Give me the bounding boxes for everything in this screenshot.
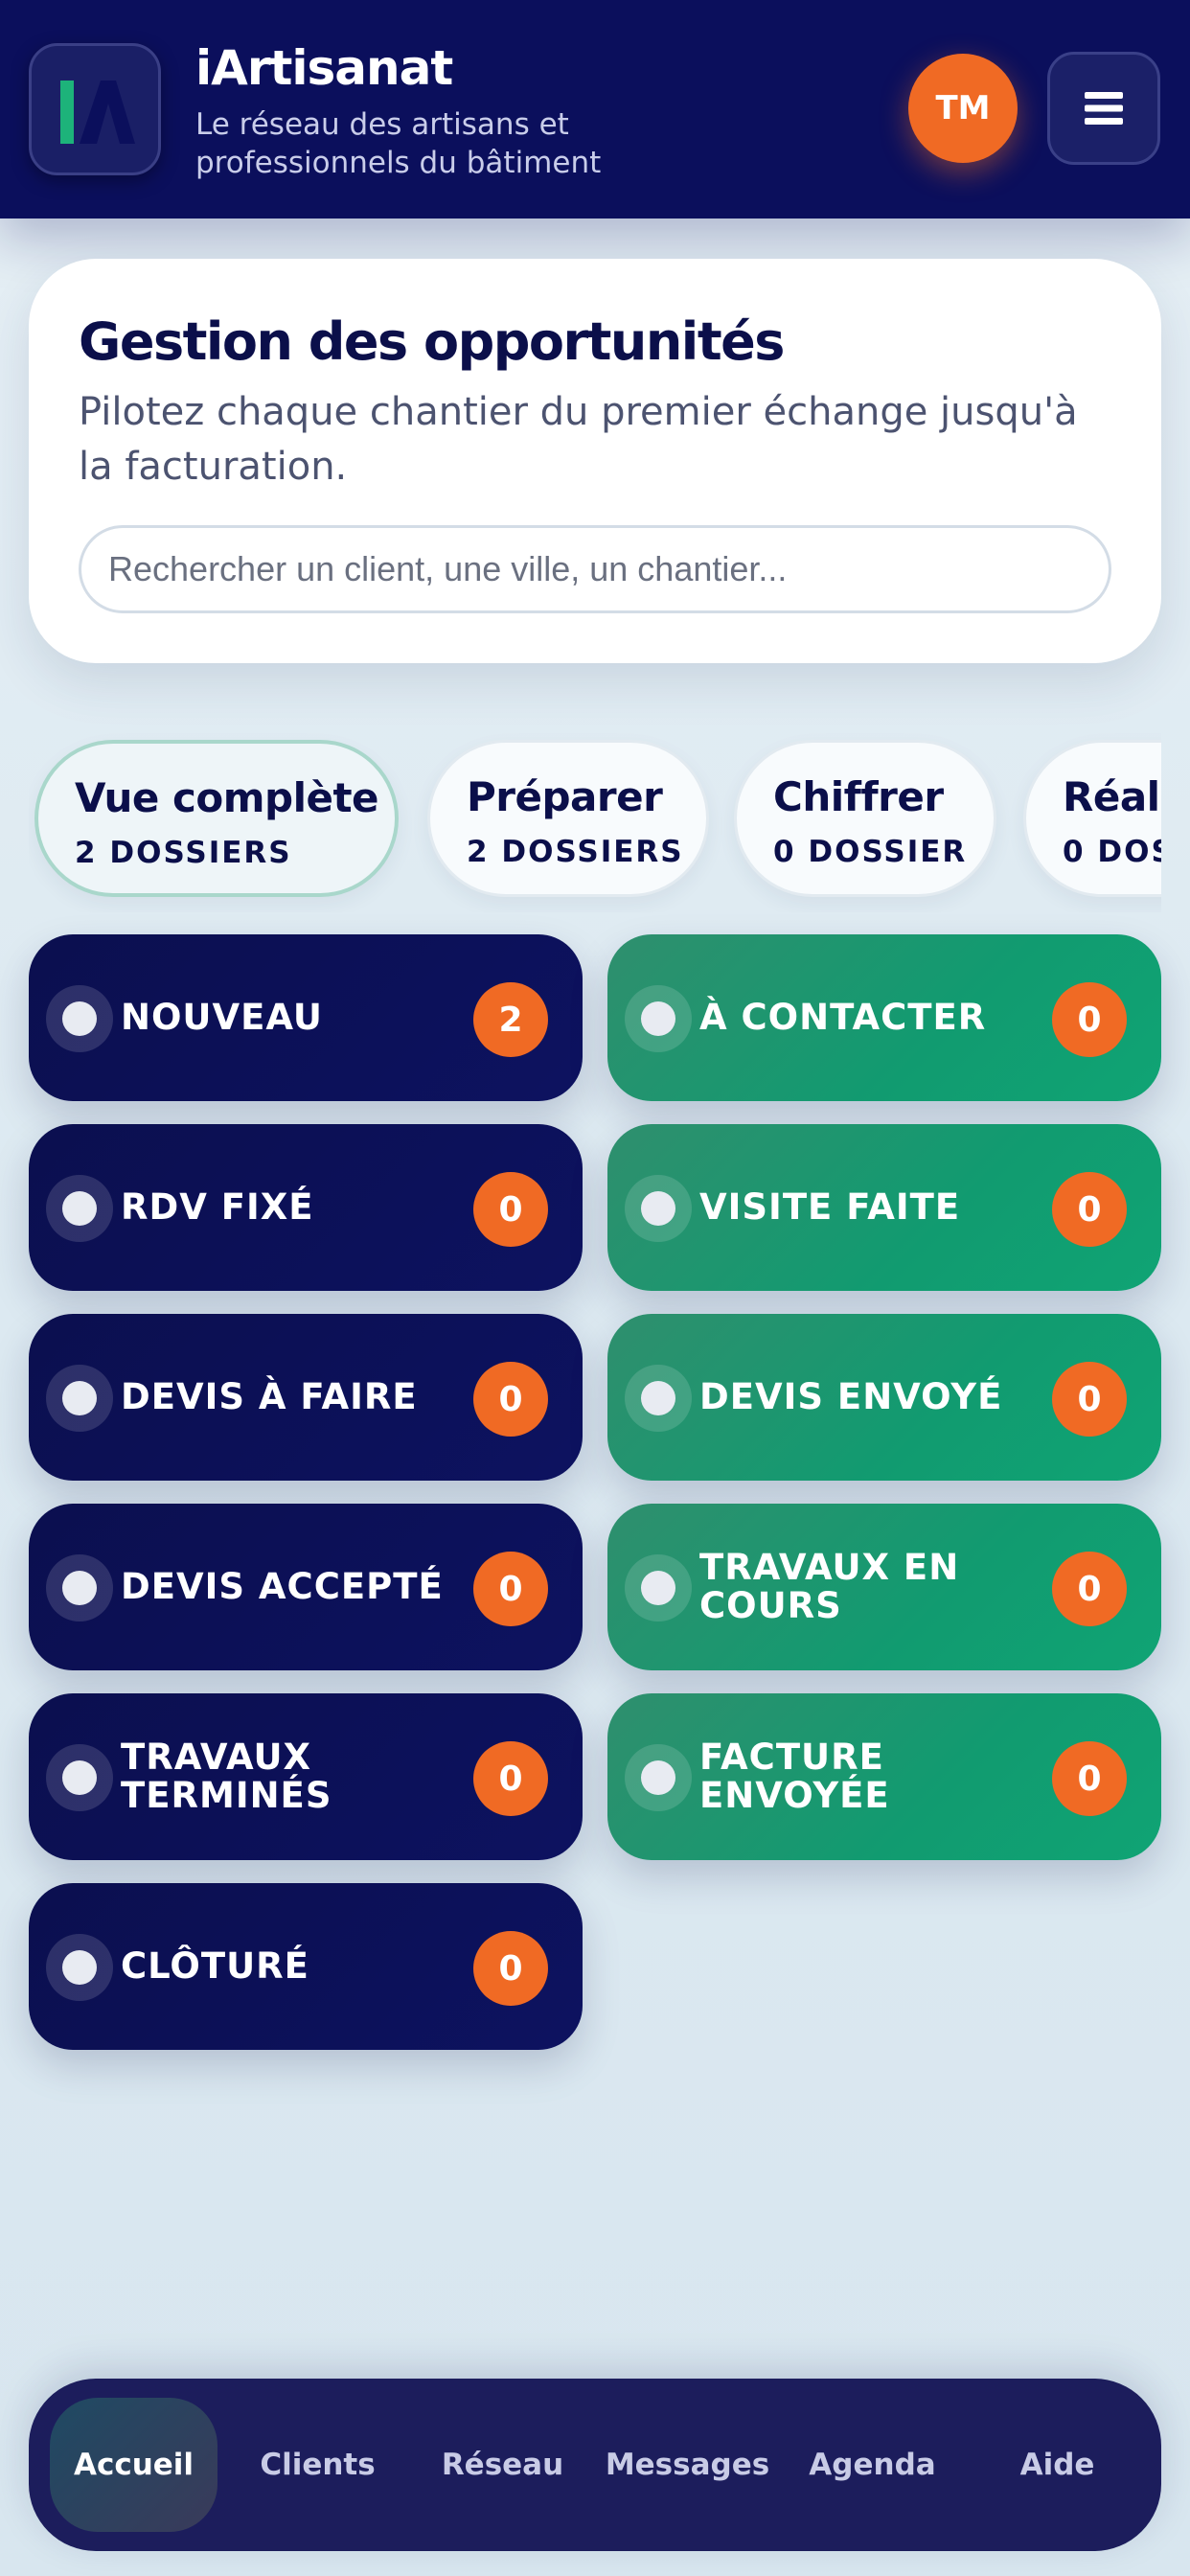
status-count-badge: 0 [1052,1172,1127,1247]
tab-count: 2 DOSSIERS [75,836,292,870]
status-dot-icon [641,1191,675,1226]
status-count-badge: 0 [473,1931,548,2006]
status-card-a-contacter[interactable]: À CONTACTER 0 [607,934,1161,1101]
status-dot-icon [641,1760,675,1795]
status-count-badge: 0 [1052,1741,1127,1816]
app-header: iArtisanat Le réseau des artisans et pro… [0,0,1190,218]
tab-label: Vue complète [75,774,379,821]
status-card-rdv-fixe[interactable]: RDV FIXÉ 0 [29,1124,583,1291]
nav-item-agenda[interactable]: Agenda [789,2398,956,2532]
status-label: VISITE FAITE [699,1186,961,1228]
status-label: DEVIS ACCEPTÉ [121,1566,444,1607]
tab-chiffrer[interactable]: Chiffrer 0 DOSSIER [734,740,996,897]
tab-count: 2 DOSSIERS [467,835,684,869]
logo-icon [60,80,135,144]
status-label: DEVIS À FAIRE [121,1376,418,1417]
tab-realiser[interactable]: Réaliser 0 DOSSIER [1023,740,1161,897]
user-avatar[interactable]: TM [908,54,1018,163]
status-dot-icon [62,1571,97,1605]
tab-count: 0 DOSSIER [1063,835,1161,869]
status-label: TRAVAUX EN COURS [699,1547,960,1626]
nav-item-aide[interactable]: Aide [973,2398,1141,2532]
status-card-devis-a-faire[interactable]: DEVIS À FAIRE 0 [29,1314,583,1481]
status-card-nouveau[interactable]: NOUVEAU 2 [29,934,583,1101]
nav-item-clients[interactable]: Clients [234,2398,401,2532]
status-dot-icon [641,1571,675,1605]
opportunities-hero-card: Gestion des opportunités Pilotez chaque … [29,259,1161,663]
status-card-devis-accepte[interactable]: DEVIS ACCEPTÉ 0 [29,1504,583,1670]
status-dot-icon [62,1001,97,1036]
status-label: FACTURE ENVOYÉE [699,1736,890,1816]
status-card-visite-faite[interactable]: VISITE FAITE 0 [607,1124,1161,1291]
status-dot-icon [62,1191,97,1226]
status-count-badge: 0 [473,1741,548,1816]
status-count-badge: 0 [473,1362,548,1437]
status-label: NOUVEAU [121,997,323,1038]
app-logo[interactable] [29,43,161,175]
tab-label: Réaliser [1063,773,1161,820]
status-card-travaux-en-cours[interactable]: TRAVAUX EN COURS 0 [607,1504,1161,1670]
status-dot-icon [62,1950,97,1985]
status-count-badge: 0 [1052,982,1127,1057]
nav-item-messages[interactable]: Messages [604,2398,771,2532]
tab-label: Préparer [467,773,663,820]
status-card-devis-envoye[interactable]: DEVIS ENVOYÉ 0 [607,1314,1161,1481]
nav-item-reseau[interactable]: Réseau [419,2398,586,2532]
tab-count: 0 DOSSIER [773,835,968,869]
status-dot-icon [62,1760,97,1795]
status-card-facture-envoyee[interactable]: FACTURE ENVOYÉE 0 [607,1693,1161,1860]
status-card-cloture[interactable]: CLÔTURÉ 0 [29,1883,583,2050]
menu-button[interactable] [1047,52,1160,165]
tab-label: Chiffrer [773,773,944,820]
status-label: À CONTACTER [699,997,987,1038]
status-label: TRAVAUX TERMINÉS [121,1736,332,1816]
status-label: CLÔTURÉ [121,1945,309,1987]
status-card-travaux-termines[interactable]: TRAVAUX TERMINÉS 0 [29,1693,583,1860]
status-count-badge: 2 [473,982,548,1057]
tab-vue-complete[interactable]: Vue complète 2 DOSSIERS [34,740,399,897]
status-dot-icon [641,1001,675,1036]
status-dot-icon [62,1381,97,1415]
nav-item-accueil[interactable]: Accueil [50,2398,217,2532]
status-dot-icon [641,1381,675,1415]
search-input[interactable] [79,525,1111,613]
app-title: iArtisanat [195,40,453,96]
status-label: RDV FIXÉ [121,1186,314,1228]
page-title: Gestion des opportunités [79,311,785,372]
status-count-badge: 0 [1052,1552,1127,1626]
tab-preparer[interactable]: Préparer 2 DOSSIERS [427,740,709,897]
bottom-navigation: Accueil Clients Réseau Messages Agenda A… [29,2379,1161,2551]
hamburger-icon [1085,92,1123,125]
status-count-badge: 0 [1052,1362,1127,1437]
phase-tabs: Vue complète 2 DOSSIERS Préparer 2 DOSSI… [29,730,1161,912]
page-description: Pilotez chaque chantier du premier échan… [79,390,1078,489]
status-label: DEVIS ENVOYÉ [699,1376,1003,1417]
app-subtitle: Le réseau des artisans et professionnels… [195,107,602,180]
status-count-badge: 0 [473,1552,548,1626]
status-count-badge: 0 [473,1172,548,1247]
